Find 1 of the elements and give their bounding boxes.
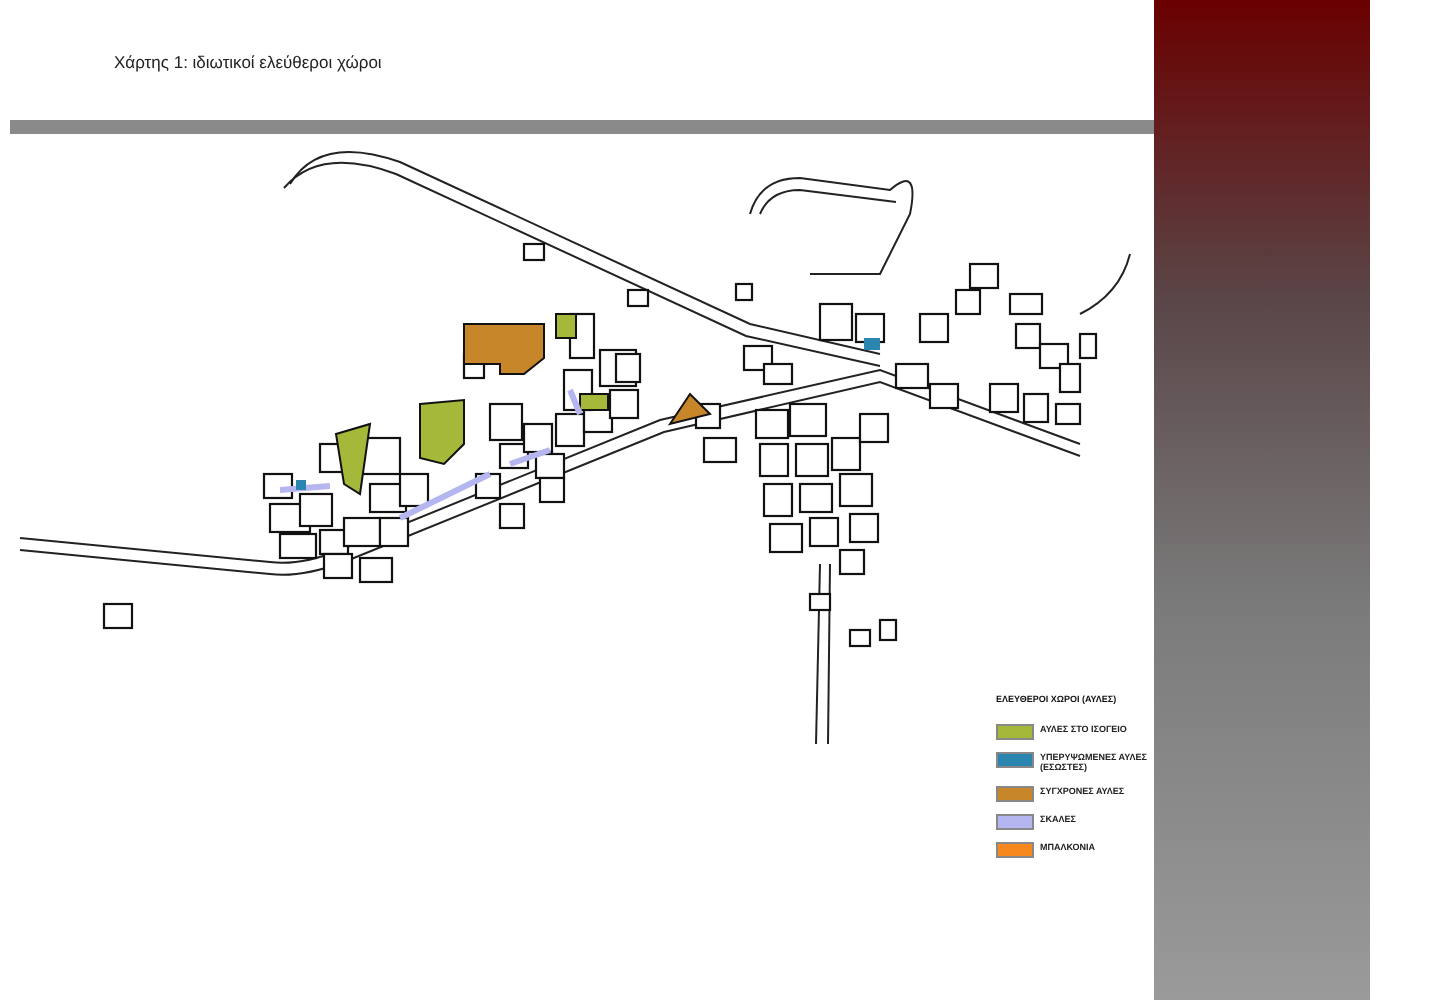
map-title: Χάρτης 1: ιδιωτικοί ελεύθεροι χώροι [114,52,382,72]
